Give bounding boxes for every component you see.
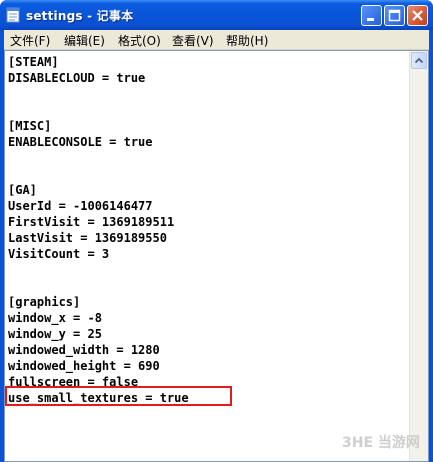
- menu-help[interactable]: 帮助(H): [226, 32, 268, 49]
- chevron-up-icon: [414, 57, 424, 64]
- menu-view[interactable]: 查看(V): [172, 32, 214, 49]
- title-bar[interactable]: settings - 记事本: [0, 0, 433, 30]
- minimize-icon: [367, 18, 374, 21]
- text-area[interactable]: [STEAM] DISABLECLOUD = true [MISC] ENABL…: [5, 51, 408, 461]
- text-line: LastVisit = 1369189550: [8, 231, 167, 245]
- scroll-up-button[interactable]: [411, 52, 427, 69]
- text-line: UserId = -1006146477: [8, 199, 153, 213]
- text-line: window_y = 25: [8, 327, 102, 341]
- maximize-button[interactable]: [384, 5, 405, 26]
- maximize-icon: [388, 9, 401, 22]
- notepad-icon: [6, 7, 20, 23]
- vertical-scrollbar[interactable]: [409, 51, 428, 461]
- menu-format[interactable]: 格式(O): [118, 32, 161, 49]
- highlight-box: [5, 386, 232, 406]
- window-title: settings - 记事本: [26, 9, 134, 23]
- close-button[interactable]: [407, 5, 428, 26]
- close-icon: [412, 10, 423, 21]
- text-line: ENABLECONSOLE = true: [8, 135, 153, 149]
- text-line: windowed_height = 690: [8, 359, 160, 373]
- watermark-logo: 3HE 当游网: [342, 435, 420, 451]
- text-line: [graphics]: [8, 295, 81, 309]
- text-line: window_x = -8: [8, 311, 102, 325]
- notepad-window: settings - 记事本 文件(F) 编辑(E) 格式(O) 查看(V) 帮…: [0, 0, 433, 462]
- text-editor[interactable]: [STEAM] DISABLECLOUD = true [MISC] ENABL…: [4, 50, 429, 462]
- menu-edit[interactable]: 编辑(E): [64, 32, 105, 49]
- text-line: [STEAM]: [8, 55, 59, 69]
- text-line: [GA]: [8, 183, 37, 197]
- text-line: FirstVisit = 1369189511: [8, 215, 175, 229]
- text-line: DISABLECLOUD = true: [8, 71, 146, 85]
- menu-bar: 文件(F) 编辑(E) 格式(O) 查看(V) 帮助(H): [4, 30, 429, 50]
- text-line: windowed_width = 1280: [8, 343, 160, 357]
- text-line: [MISC]: [8, 119, 52, 133]
- minimize-button[interactable]: [361, 5, 382, 26]
- text-line: VisitCount = 3: [8, 247, 110, 261]
- menu-file[interactable]: 文件(F): [10, 32, 50, 49]
